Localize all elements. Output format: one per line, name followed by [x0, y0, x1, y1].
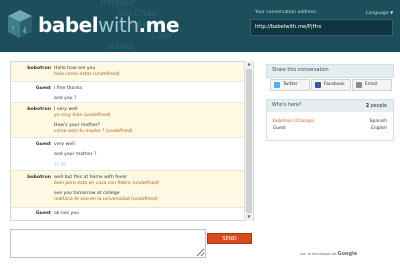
message-sender: Guest [35, 211, 51, 216]
scroll-up-icon[interactable]: ▲ [246, 61, 252, 67]
user-name: Guest [273, 126, 286, 131]
share-twitter-button[interactable]: Twitter [270, 79, 310, 91]
share-email-button[interactable]: Email [352, 79, 392, 91]
message-translation: hola como estas (undefined) [54, 72, 120, 77]
message-sender: bobotron [27, 107, 51, 112]
logo-cube-icon: ? ¿ [8, 10, 32, 38]
brand-logo[interactable]: babelwith.me [38, 13, 180, 37]
twitter-icon [274, 82, 280, 88]
who-title: Who's here? [272, 103, 302, 108]
message-timestamp: 17:16 [54, 162, 66, 167]
change-name-link[interactable]: (Change) [294, 119, 314, 124]
share-button-label: Facebook [324, 82, 345, 87]
share-facebook-button[interactable]: Facebook [311, 79, 351, 91]
chat-log[interactable]: bobotron Hello how are you hola como est… [10, 61, 254, 221]
chat-message: Guest ok.nos you [11, 208, 253, 220]
who-panel-header: Who's here? 2 people [266, 99, 394, 113]
people-count: 2 people [365, 103, 387, 109]
language-dropdown[interactable]: Language ▼ [366, 10, 393, 16]
chat-message: Guest very well and your mother ? 17:16 [11, 138, 253, 170]
chat-message: bobotron Hello how are you hola como est… [11, 62, 253, 81]
chevron-down-icon: ▼ [390, 10, 394, 15]
message-text: very well [54, 142, 75, 147]
background-word: Bonjour [100, 0, 135, 8]
chat-message: bobotron I very well yo muy bien (undefi… [11, 103, 253, 137]
message-sender: bobotron [27, 175, 51, 180]
address-label: Your conversation address: [255, 10, 318, 15]
svg-text:¿: ¿ [23, 25, 27, 33]
message-sender: Guest [35, 86, 51, 91]
user-name: bobotron [273, 119, 293, 124]
user-row: bobotron (Change) Spanish [273, 119, 387, 124]
share-button-label: Twitter [283, 82, 298, 87]
svg-text:?: ? [11, 25, 15, 33]
message-input[interactable] [10, 229, 206, 258]
chat-message: bobotron well but this at home with feve… [11, 171, 253, 207]
user-language: Spanish [369, 119, 387, 124]
header-bar: BonjourXin ChàoHalloCiaoAlohaHolaOláNama… [0, 0, 400, 52]
message-translation: mañana te veo en la universidad (undefin… [54, 197, 158, 202]
chat-scrollbar[interactable]: ▲ ▼ [244, 61, 253, 221]
message-translation: como esta tu madre ? (undefined) [54, 129, 133, 134]
scroll-thumb[interactable] [246, 69, 252, 213]
chat-message: Guest i fine thanks and you ? [11, 82, 253, 102]
address-value: http://babelwith.me/PjHrx [255, 24, 322, 30]
share-button-label: Email [365, 82, 378, 87]
message-sender: bobotron [27, 66, 51, 71]
powered-by-note: con la tecnología de Google [300, 251, 358, 257]
message-text: i fine thanks [54, 86, 83, 91]
message-translation: bien pero esta en casa con fiebre (undef… [54, 181, 160, 186]
message-translation: yo muy bien (undefined) [54, 113, 111, 118]
share-title: Share this conversation [272, 68, 329, 73]
email-icon [356, 82, 362, 88]
user-language: English [371, 126, 387, 131]
message-text: and your mother ? [54, 152, 97, 157]
user-row: Guest English [273, 126, 387, 131]
message-sender: Guest [35, 142, 51, 147]
scroll-down-icon[interactable]: ▼ [246, 214, 252, 220]
facebook-icon [315, 82, 321, 88]
google-logo: Google [337, 251, 358, 257]
message-text: ok.nos you [54, 211, 79, 216]
send-button[interactable]: SEND [207, 233, 252, 244]
background-word: Aloha [108, 42, 134, 52]
share-panel-header: Share this conversation [266, 64, 394, 78]
address-field[interactable]: http://babelwith.me/PjHrx [250, 19, 393, 36]
